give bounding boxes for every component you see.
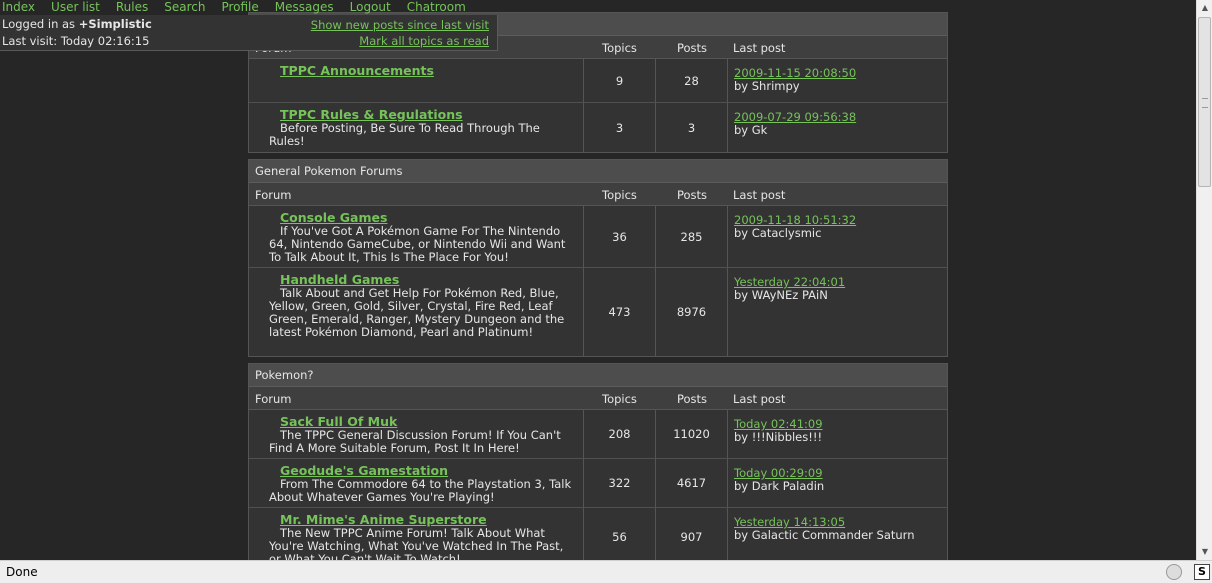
forum-description: If You've Got A Pokémon Game For The Nin… xyxy=(269,224,566,264)
posts-count: 8976 xyxy=(656,268,728,356)
forum-cell: Sack Full Of Muk The TPPC General Discuss… xyxy=(249,410,584,458)
topics-count: 208 xyxy=(584,410,656,458)
user-info-box: Logged in as +Simplistic Last visit: Tod… xyxy=(0,15,498,51)
forum-cell: TPPC Rules & Regulations Before Posting, … xyxy=(249,103,584,152)
column-forum: Forum xyxy=(255,188,292,202)
forum-description: Before Posting, Be Sure To Read Through … xyxy=(269,121,540,148)
forum-name-link[interactable]: TPPC Announcements xyxy=(280,63,577,78)
posts-count: 28 xyxy=(656,59,728,102)
last-post-author: by Gk xyxy=(734,123,768,137)
forum-description: Talk About and Get Help For Pokémon Red,… xyxy=(269,286,565,339)
nav-link-logout[interactable]: Logout xyxy=(350,0,391,15)
last-post-author: by Galactic Commander Saturn xyxy=(734,528,915,542)
column-posts: Posts xyxy=(677,188,708,202)
category-block: Pokemon? Forum Topics Posts Last post Sack Fu… xyxy=(248,363,948,567)
nav-link-index[interactable]: Index xyxy=(2,0,35,15)
last-post-author: by Shrimpy xyxy=(734,79,800,93)
forum-row: Handheld Games Talk About and Get Help Fo… xyxy=(249,268,947,356)
last-post-cell: Today 02:41:09 by !!!Nibbles!!! xyxy=(728,410,947,458)
topics-count: 56 xyxy=(584,508,656,566)
forum-cell: Mr. Mime's Anime Superstore The New TPPC … xyxy=(249,508,584,566)
username[interactable]: +Simplistic xyxy=(79,17,152,31)
forum-name-link[interactable]: Handheld Games xyxy=(280,272,577,287)
nav-link-chatroom[interactable]: Chatroom xyxy=(407,0,466,15)
last-post-author: by Cataclysmic xyxy=(734,226,822,240)
last-post-cell: Yesterday 22:04:01 by WAyNEz PAiN xyxy=(728,268,947,356)
forum-index: Forum Topics Posts Last post TPPC Announceme… xyxy=(248,12,948,573)
forum-name-link[interactable]: Console Games xyxy=(280,210,577,225)
forum-row: Mr. Mime's Anime Superstore The New TPPC … xyxy=(249,508,947,566)
vertical-scrollbar[interactable]: ▲ ▼ xyxy=(1196,0,1212,560)
column-topics: Topics xyxy=(602,188,637,202)
last-post-author: by !!!Nibbles!!! xyxy=(734,430,823,444)
posts-count: 11020 xyxy=(656,410,728,458)
posts-count: 4617 xyxy=(656,459,728,507)
last-post-cell: 2009-11-18 10:51:32 by Cataclysmic xyxy=(728,206,947,267)
addon-s-icon[interactable]: S xyxy=(1194,564,1210,580)
status-bar: Done S xyxy=(0,560,1212,583)
nav-link-rules[interactable]: Rules xyxy=(116,0,148,15)
forum-name-link[interactable]: Sack Full Of Muk xyxy=(280,414,577,429)
column-topics: Topics xyxy=(602,392,637,406)
forum-cell: Handheld Games Talk About and Get Help Fo… xyxy=(249,268,584,356)
topics-count: 36 xyxy=(584,206,656,267)
status-text: Done xyxy=(6,565,38,579)
forum-cell: TPPC Announcements xyxy=(249,59,584,102)
nav-link-user-list[interactable]: User list xyxy=(51,0,100,15)
forum-name-link[interactable]: Mr. Mime's Anime Superstore xyxy=(280,512,577,527)
logged-in-label: Logged in as xyxy=(2,17,76,31)
forum-row: Sack Full Of Muk The TPPC General Discuss… xyxy=(249,410,947,459)
category-block: General Pokemon Forums Forum Topics Posts La… xyxy=(248,159,948,357)
category-title: Pokemon? xyxy=(249,364,947,387)
column-topics: Topics xyxy=(602,41,637,55)
scroll-grip-icon xyxy=(1202,98,1208,108)
forum-description: From The Commodore 64 to the Playstation… xyxy=(269,477,572,504)
nav-link-profile[interactable]: Profile xyxy=(221,0,258,15)
forum-cell: Geodude's Gamestation From The Commodore … xyxy=(249,459,584,507)
topics-count: 3 xyxy=(584,103,656,152)
forum-name-link[interactable]: TPPC Rules & Regulations xyxy=(280,107,577,122)
mark-all-read-link[interactable]: Mark all topics as read xyxy=(359,34,489,48)
column-last-post: Last post xyxy=(733,41,786,55)
last-post-cell: 2009-11-15 20:08:50 by Shrimpy xyxy=(728,59,947,102)
column-header: Forum Topics Posts Last post xyxy=(249,183,947,206)
scroll-up-arrow-icon[interactable]: ▲ xyxy=(1197,0,1212,16)
show-new-posts-link[interactable]: Show new posts since last visit xyxy=(311,18,489,32)
scroll-down-arrow-icon[interactable]: ▼ xyxy=(1197,544,1212,560)
scroll-thumb[interactable] xyxy=(1198,17,1211,187)
last-post-cell: 2009-07-29 09:56:38 by Gk xyxy=(728,103,947,152)
last-post-author: by Dark Paladin xyxy=(734,479,825,493)
forum-description: The TPPC General Discussion Forum! If Yo… xyxy=(269,428,561,455)
topics-count: 9 xyxy=(584,59,656,102)
globe-icon[interactable] xyxy=(1166,564,1182,580)
nav-link-search[interactable]: Search xyxy=(164,0,205,15)
last-visit-text: Last visit: Today 02:16:15 xyxy=(2,34,150,48)
posts-count: 3 xyxy=(656,103,728,152)
posts-count: 285 xyxy=(656,206,728,267)
forum-row: Console Games If You've Got A Pokémon Gam… xyxy=(249,206,947,268)
forum-name-link[interactable]: Geodude's Gamestation xyxy=(280,463,577,478)
column-last-post: Last post xyxy=(733,392,786,406)
forum-row: Geodude's Gamestation From The Commodore … xyxy=(249,459,947,508)
logged-in-text: Logged in as +Simplistic xyxy=(2,17,152,31)
column-last-post: Last post xyxy=(733,188,786,202)
column-forum: Forum xyxy=(255,392,292,406)
forum-cell: Console Games If You've Got A Pokémon Gam… xyxy=(249,206,584,267)
forum-row: TPPC Rules & Regulations Before Posting, … xyxy=(249,103,947,152)
category-title: General Pokemon Forums xyxy=(249,160,947,183)
last-post-cell: Yesterday 14:13:05 by Galactic Commander … xyxy=(728,508,947,566)
last-post-cell: Today 00:29:09 by Dark Paladin xyxy=(728,459,947,507)
last-post-author: by WAyNEz PAiN xyxy=(734,288,828,302)
column-posts: Posts xyxy=(677,41,708,55)
posts-count: 907 xyxy=(656,508,728,566)
column-posts: Posts xyxy=(677,392,708,406)
top-navigation: Index User list Rules Search Profile Messages… xyxy=(0,0,480,15)
nav-link-messages[interactable]: Messages xyxy=(275,0,334,15)
topics-count: 473 xyxy=(584,268,656,356)
topics-count: 322 xyxy=(584,459,656,507)
forum-row: TPPC Announcements 9 28 2009-11-15 20:08:50… xyxy=(249,59,947,103)
column-header: Forum Topics Posts Last post xyxy=(249,387,947,410)
